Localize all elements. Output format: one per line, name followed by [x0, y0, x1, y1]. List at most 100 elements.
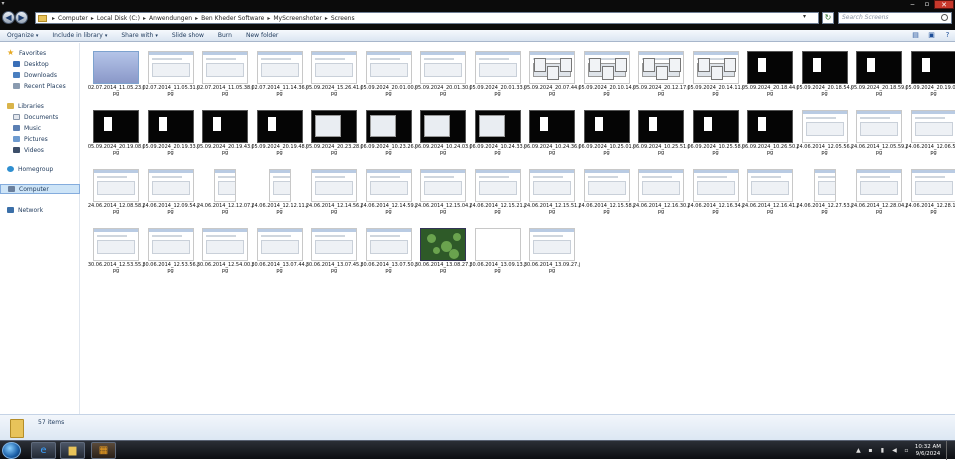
- file-item[interactable]: 24.06.2014_12.12.07.jpg: [196, 164, 250, 210]
- help-icon[interactable]: ?: [943, 31, 952, 40]
- recent-pages-dropdown[interactable]: ▾: [0, 0, 6, 8]
- file-item[interactable]: 24.06.2014_12.15.51.jpg: [523, 164, 577, 210]
- back-button[interactable]: ◀: [2, 11, 15, 24]
- chevron-right-icon[interactable]: ▸: [49, 15, 58, 22]
- file-item[interactable]: 05.09.2024_20.19.04.jpg: [905, 46, 955, 92]
- crumb-anwendungen[interactable]: Anwendungen: [149, 15, 192, 22]
- file-item[interactable]: 24.06.2014_12.15.58.jpg: [578, 164, 632, 210]
- file-item[interactable]: 30.06.2014_13.07.45.jpg: [305, 223, 359, 269]
- internet-explorer-taskbar-button[interactable]: e: [31, 442, 56, 459]
- burn-button[interactable]: Burn: [211, 32, 239, 39]
- language-icon[interactable]: ▫: [903, 447, 910, 454]
- chevron-right-icon[interactable]: ▸: [192, 15, 201, 22]
- search-icon[interactable]: [941, 14, 948, 21]
- include-in-library-menu[interactable]: Include in library▾: [45, 32, 114, 39]
- forward-button[interactable]: ▶: [15, 11, 28, 24]
- chevron-right-icon[interactable]: ▸: [322, 15, 331, 22]
- file-item[interactable]: 24.06.2014_12.28.04.jpg: [850, 164, 904, 210]
- file-item[interactable]: 05.09.2024_20.10.14.jpg: [578, 46, 632, 92]
- file-item[interactable]: 05.09.2024_20.19.08.jpg: [87, 105, 141, 151]
- file-item[interactable]: 24.06.2014_12.06.57.jpg: [905, 105, 955, 151]
- chevron-right-icon[interactable]: ▸: [140, 15, 149, 22]
- new-folder-button[interactable]: New folder: [239, 32, 285, 39]
- nav-recent-places[interactable]: Recent Places: [0, 81, 80, 91]
- refresh-button[interactable]: ↻: [822, 12, 834, 24]
- file-item[interactable]: 05.09.2024_20.18.54.jpg: [796, 46, 850, 92]
- crumb-computer[interactable]: Computer: [58, 15, 88, 22]
- file-item[interactable]: 05.09.2024_20.19.48.jpg: [251, 105, 305, 151]
- file-item[interactable]: 05.09.2024_20.12.17.jpg: [632, 46, 686, 92]
- file-item[interactable]: 24.06.2014_12.28.13.jpg: [905, 164, 955, 210]
- app-taskbar-button[interactable]: ▦: [91, 442, 116, 459]
- nav-pictures[interactable]: Pictures: [0, 134, 80, 144]
- file-item[interactable]: 02.07.2014_11.05.31.jpg: [142, 46, 196, 92]
- nav-music[interactable]: Music: [0, 123, 80, 133]
- file-item[interactable]: 30.06.2014_13.09.27.jpg: [523, 223, 577, 269]
- file-item[interactable]: 30.06.2014_13.08.27.jpg: [414, 223, 468, 269]
- nav-homegroup[interactable]: Homegroup: [0, 164, 80, 174]
- file-item[interactable]: 05.09.2024_20.07.44.jpg: [523, 46, 577, 92]
- file-item[interactable]: 05.09.2024_20.18.59.jpg: [850, 46, 904, 92]
- file-item[interactable]: 24.06.2014_12.08.58.jpg: [87, 164, 141, 210]
- start-button[interactable]: [2, 442, 21, 459]
- file-item[interactable]: 24.06.2014_12.12.11.jpg: [251, 164, 305, 210]
- file-item[interactable]: 02.07.2014_11.14.36.jpg: [251, 46, 305, 92]
- minimize-button[interactable]: ‒: [905, 0, 920, 9]
- crumb-myscreenshoter[interactable]: MyScreenshoter: [273, 15, 321, 22]
- chevron-right-icon[interactable]: ▸: [88, 15, 97, 22]
- file-item[interactable]: 06.09.2024_10.24.03.jpg: [414, 105, 468, 151]
- nav-videos[interactable]: Videos: [0, 145, 80, 155]
- file-item[interactable]: 24.06.2014_12.16.41.jpg: [741, 164, 795, 210]
- file-item[interactable]: 02.07.2014_11.05.38.jpg: [196, 46, 250, 92]
- file-item[interactable]: 06.09.2024_10.25.51.jpg: [632, 105, 686, 151]
- file-item[interactable]: 30.06.2014_12.53.55.jpg: [87, 223, 141, 269]
- crumb-local-disk[interactable]: Local Disk (C:): [97, 15, 140, 22]
- volume-icon[interactable]: ◀: [891, 447, 898, 454]
- file-item[interactable]: 24.06.2014_12.14.59.jpg: [360, 164, 414, 210]
- file-item[interactable]: 05.09.2024_20.01.30.jpg: [414, 46, 468, 92]
- file-item[interactable]: 05.09.2024_20.01.33.jpg: [469, 46, 523, 92]
- nav-favorites[interactable]: ★Favorites: [0, 48, 80, 58]
- file-item[interactable]: 05.09.2024_15.26.41.jpg: [305, 46, 359, 92]
- file-item[interactable]: 06.09.2024_10.26.50.jpg: [741, 105, 795, 151]
- slide-show-button[interactable]: Slide show: [165, 32, 211, 39]
- file-item[interactable]: 06.09.2024_10.23.26.jpg: [360, 105, 414, 151]
- file-item[interactable]: 06.09.2024_10.25.58.jpg: [687, 105, 741, 151]
- file-item[interactable]: 24.06.2014_12.16.30.jpg: [632, 164, 686, 210]
- file-item[interactable]: 02.07.2014_11.05.23.jpg: [87, 46, 141, 92]
- action-center-icon[interactable]: ▪: [867, 447, 874, 454]
- network-tray-icon[interactable]: ▮: [879, 447, 886, 454]
- maximize-button[interactable]: ▫: [920, 0, 934, 9]
- organize-menu[interactable]: Organize▾: [0, 32, 45, 39]
- file-item[interactable]: 24.06.2014_12.15.04.jpg: [414, 164, 468, 210]
- show-desktop-button[interactable]: [946, 441, 952, 460]
- file-item[interactable]: 30.06.2014_12.53.56.jpg: [142, 223, 196, 269]
- nav-libraries[interactable]: Libraries: [0, 101, 80, 111]
- nav-downloads[interactable]: Downloads: [0, 70, 80, 80]
- file-item[interactable]: 05.09.2024_20.23.28.jpg: [305, 105, 359, 151]
- file-item[interactable]: 24.06.2014_12.05.59.jpg: [850, 105, 904, 151]
- preview-pane-icon[interactable]: ▣: [927, 31, 936, 40]
- file-item[interactable]: 06.09.2024_10.24.33.jpg: [469, 105, 523, 151]
- share-with-menu[interactable]: Share with▾: [114, 32, 164, 39]
- file-item[interactable]: 30.06.2014_13.07.44.jpg: [251, 223, 305, 269]
- file-item[interactable]: 05.09.2024_20.14.11.jpg: [687, 46, 741, 92]
- file-item[interactable]: 30.06.2014_12.54.00.jpg: [196, 223, 250, 269]
- file-item[interactable]: 06.09.2024_10.24.36.jpg: [523, 105, 577, 151]
- crumb-ben-kheder-software[interactable]: Ben Kheder Software: [201, 15, 264, 22]
- show-hidden-icons-icon[interactable]: ▲: [855, 447, 862, 454]
- nav-documents[interactable]: Documents: [0, 112, 80, 122]
- clock[interactable]: 10:32 AM 9/6/2024: [915, 444, 941, 458]
- file-item[interactable]: 24.06.2014_12.15.21.jpg: [469, 164, 523, 210]
- breadcrumb[interactable]: ▸ Computer ▸ Local Disk (C:) ▸ Anwendung…: [35, 12, 819, 24]
- file-item[interactable]: 05.09.2024_20.19.33.jpg: [142, 105, 196, 151]
- chevron-right-icon[interactable]: ▸: [264, 15, 273, 22]
- file-item[interactable]: 06.09.2024_10.25.01.jpg: [578, 105, 632, 151]
- file-item[interactable]: 30.06.2014_13.07.50.jpg: [360, 223, 414, 269]
- windows-explorer-taskbar-button[interactable]: ▆: [60, 442, 85, 459]
- search-input[interactable]: Search Screens: [838, 12, 952, 24]
- address-dropdown-icon[interactable]: ▾: [803, 13, 806, 20]
- file-item[interactable]: 24.06.2014_12.16.34.jpg: [687, 164, 741, 210]
- file-item[interactable]: 30.06.2014_13.09.13.jpg: [469, 223, 523, 269]
- nav-computer[interactable]: Computer: [0, 184, 80, 194]
